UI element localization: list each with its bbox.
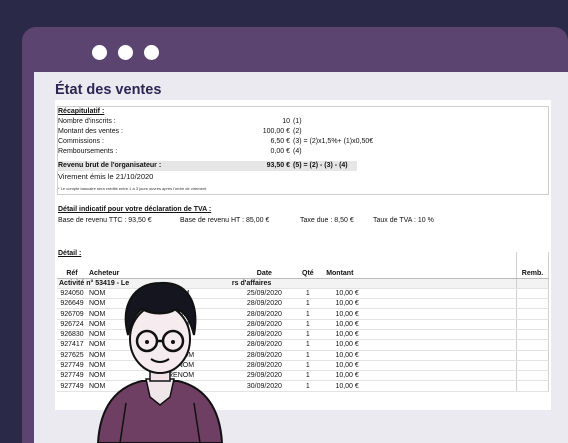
recap-value: 10 (282, 118, 290, 125)
cell-amount: 10,00 € (318, 360, 361, 372)
cell-date: 28/09/2020 (231, 319, 297, 330)
tva-due: Taxe due : 8,50 € (300, 217, 354, 224)
cell-ref: 926709 (57, 308, 87, 320)
cell-amount: 10,00 € (318, 370, 361, 382)
recap-value: 100,00 € (262, 128, 290, 135)
cell-qty: 1 (296, 319, 319, 330)
recap-label: Revenu brut de l'organisateur : (58, 162, 162, 169)
cell-amount: 10,00 € (318, 380, 361, 392)
cell-qty: 1 (296, 329, 319, 341)
cell-ref: 927749 (57, 360, 87, 372)
cell-remb[interactable] (515, 308, 550, 320)
recap-note: (4) (293, 148, 302, 155)
cell-empty (360, 370, 517, 382)
cell-amount: 10,00 € (318, 298, 361, 310)
cell-qty: 1 (296, 370, 319, 382)
recap-label: Remboursements : (58, 148, 118, 155)
recap-box (57, 106, 549, 195)
cell-date: 28/09/2020 (231, 339, 297, 351)
cell-qty: 1 (296, 350, 319, 361)
person-illustration (96, 281, 224, 443)
col-amount[interactable]: Montant (318, 252, 361, 279)
cell-qty: 1 (296, 380, 319, 392)
cell-empty (360, 360, 517, 372)
cell-amount: 10,00 € (318, 339, 361, 351)
cell-ref: 926724 (57, 319, 87, 330)
cell-qty: 1 (296, 308, 319, 320)
activity-label-tail: rs d'affaires (231, 279, 272, 287)
cell-remb[interactable] (515, 380, 550, 392)
cell-remb[interactable] (515, 339, 550, 351)
recap-note: (5) = (2) - (3) - (4) (293, 162, 348, 169)
cell-date: 28/09/2020 (231, 298, 297, 310)
cell-ref: 927749 (57, 380, 87, 392)
cell-amount: 10,00 € (318, 319, 361, 330)
cell-empty (360, 288, 517, 300)
col-qty[interactable]: Qté (296, 252, 319, 279)
cell-amount: 10,00 € (318, 329, 361, 341)
cell-remb[interactable] (515, 350, 550, 361)
cell-qty: 1 (296, 339, 319, 351)
cell-empty (360, 339, 517, 351)
cell-ref: 927749 (57, 370, 87, 382)
recap-note: (1) (293, 118, 302, 125)
cell-empty (360, 329, 517, 341)
cell-ref: 927625 (57, 350, 87, 361)
recap-note: (3) = (2)x1,5%+ (1)x0,50€ (293, 138, 374, 145)
recap-label: Commissions : (58, 138, 104, 145)
col-ref[interactable]: Réf (57, 252, 87, 279)
cell-remb[interactable] (515, 319, 550, 330)
cell-amount: 10,00 € (318, 308, 361, 320)
cell-amount: 10,00 € (318, 288, 361, 300)
tva-ttc: Base de revenu TTC : 93,50 € (58, 217, 152, 224)
cell-date: 25/09/2020 (231, 288, 297, 300)
cell-empty (360, 308, 517, 320)
recap-title: Récapitulatif : (58, 108, 105, 115)
recap-value: 6,50 € (270, 138, 290, 145)
recap-note: (2) (293, 128, 302, 135)
cell-qty: 1 (296, 288, 319, 300)
cell-empty (360, 319, 517, 330)
cell-ref: 926830 (57, 329, 87, 341)
col-remb[interactable]: Remb. (515, 252, 550, 279)
cell-remb[interactable] (515, 288, 550, 300)
cell-date: 28/09/2020 (231, 329, 297, 341)
tva-ht: Base de revenu HT : 85,00 € (180, 217, 270, 224)
col-spacer (360, 252, 517, 279)
recap-label: Montant des ventes : (58, 128, 123, 135)
page-title: État des ventes (55, 82, 162, 98)
tva-title: Détail indicatif pour votre déclaration … (58, 206, 212, 213)
cell-date: 30/09/2020 (231, 380, 297, 392)
cell-ref: 927417 (57, 339, 87, 351)
cell-qty: 1 (296, 360, 319, 372)
window-dot-icon[interactable] (118, 45, 133, 60)
recap-value: 0,00 € (270, 148, 290, 155)
cell-qty: 1 (296, 298, 319, 310)
cell-date: 28/09/2020 (231, 308, 297, 320)
cell-remb[interactable] (515, 370, 550, 382)
cell-remb[interactable] (515, 360, 550, 372)
cell-remb[interactable] (515, 329, 550, 341)
cell-remb[interactable] (515, 298, 550, 310)
cell-empty (360, 380, 517, 392)
recap-value: 93,50 € (266, 162, 290, 169)
cell-empty (360, 298, 517, 310)
transfer-note: * Le compte bancaire sera crédité entre … (58, 186, 207, 191)
cell-amount: 10,00 € (318, 350, 361, 361)
window-dot-icon[interactable] (144, 45, 159, 60)
cell-ref: 926649 (57, 298, 87, 310)
cell-date: 28/09/2020 (231, 360, 297, 372)
cell-ref: 924050 (57, 288, 87, 300)
transfer-date: Virement émis le 21/10/2020 (58, 172, 154, 181)
cell-date: 29/09/2020 (231, 370, 297, 382)
cell-date: 28/09/2020 (231, 350, 297, 361)
col-date[interactable]: Date (231, 252, 297, 279)
tva-rate: Taux de TVA : 10 % (373, 217, 434, 224)
window-dot-icon[interactable] (92, 45, 107, 60)
cell-empty (360, 350, 517, 361)
recap-label: Nombre d'inscrits : (58, 118, 116, 125)
